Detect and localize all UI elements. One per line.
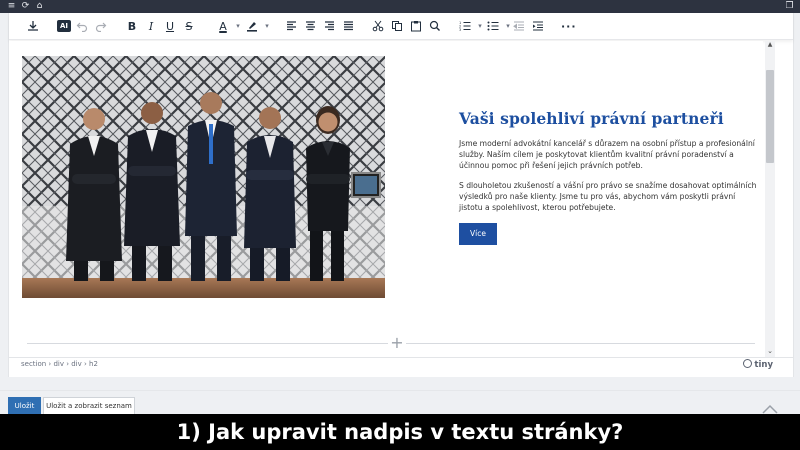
refresh-icon[interactable]: ⟳	[20, 1, 31, 12]
save-button[interactable]: Uložit	[8, 397, 41, 415]
redo-icon[interactable]	[94, 18, 108, 35]
text-color-dropdown-icon[interactable]: ▾	[231, 18, 245, 35]
numbered-list-dropdown-icon[interactable]: ▾	[473, 18, 487, 35]
editor-statusbar: section › div › div › h2 tiny	[9, 357, 793, 371]
text-color-button[interactable]: A	[216, 18, 230, 35]
more-button[interactable]: Více	[459, 223, 497, 246]
intro-paragraph[interactable]: Jsme moderní advokátní kancelář s důraze…	[459, 138, 759, 172]
save-and-list-button[interactable]: Uložit a zobrazit seznam	[43, 397, 135, 415]
highlight-icon[interactable]	[245, 18, 259, 35]
undo-icon[interactable]	[75, 18, 89, 35]
tiny-brand[interactable]: tiny	[743, 359, 773, 370]
search-icon[interactable]	[428, 18, 442, 35]
bold-button[interactable]: B	[125, 18, 139, 35]
rich-text-editor: AI B I U S A ▾ ▾ 1 2 3 ▾ ▾ ··· Vaši spol…	[8, 13, 794, 377]
highlight-dropdown-icon[interactable]: ▾	[260, 18, 274, 35]
bullet-list-icon[interactable]	[486, 18, 500, 35]
top-bar: ≡ ⟳ ⌂ ❐	[0, 0, 800, 13]
svg-text:3: 3	[459, 28, 461, 32]
team-photo	[22, 56, 385, 298]
numbered-list-icon[interactable]: 123	[458, 18, 472, 35]
window-icon[interactable]: ❐	[784, 1, 795, 12]
align-right-icon[interactable]	[322, 18, 336, 35]
text-column: Vaši spolehliví právní partneři Jsme mod…	[459, 109, 759, 246]
justify-icon[interactable]	[341, 18, 355, 35]
align-left-icon[interactable]	[284, 18, 298, 35]
tiny-logo-icon	[743, 359, 753, 368]
paste-icon[interactable]	[409, 18, 423, 35]
download-icon[interactable]	[26, 18, 40, 35]
app-window: ≡ ⟳ ⌂ ❐ AI B I U S A ▾ ▾ 1 2 3 ▾ ▾ ··· V…	[0, 0, 800, 450]
italic-button[interactable]: I	[144, 18, 158, 35]
menu-icon[interactable]: ≡	[6, 1, 17, 12]
cut-icon[interactable]	[371, 18, 385, 35]
ai-button[interactable]: AI	[57, 20, 71, 32]
more-icon[interactable]: ···	[561, 18, 577, 35]
copy-icon[interactable]	[390, 18, 404, 35]
experience-paragraph[interactable]: S dlouholetou zkušeností a vášní pro prá…	[459, 180, 759, 214]
underline-button[interactable]: U	[163, 18, 177, 35]
indent-icon[interactable]	[531, 18, 545, 35]
collapse-up-icon[interactable]	[762, 399, 778, 414]
scrollbar-thumb[interactable]	[766, 70, 774, 163]
tutorial-caption: 1) Jak upravit nadpis v textu stránky?	[0, 414, 800, 450]
outdent-icon[interactable]	[512, 18, 526, 35]
section-heading[interactable]: Vaši spolehliví právní partneři	[459, 109, 759, 128]
scroll-up-icon[interactable]: ▲	[765, 41, 775, 49]
editor-toolbar: AI B I U S A ▾ ▾ 1 2 3 ▾ ▾ ···	[9, 13, 793, 40]
scroll-down-icon[interactable]: ⌄	[765, 346, 775, 356]
add-section-icon[interactable]: +	[388, 334, 406, 352]
home-icon[interactable]: ⌂	[34, 1, 45, 12]
strikethrough-button[interactable]: S	[182, 18, 196, 35]
element-path[interactable]: section › div › div › h2	[21, 360, 98, 368]
tiny-brand-label: tiny	[754, 360, 773, 370]
editor-content[interactable]: Vaši spolehliví právní partneři Jsme mod…	[9, 41, 763, 357]
align-center-icon[interactable]	[303, 18, 317, 35]
